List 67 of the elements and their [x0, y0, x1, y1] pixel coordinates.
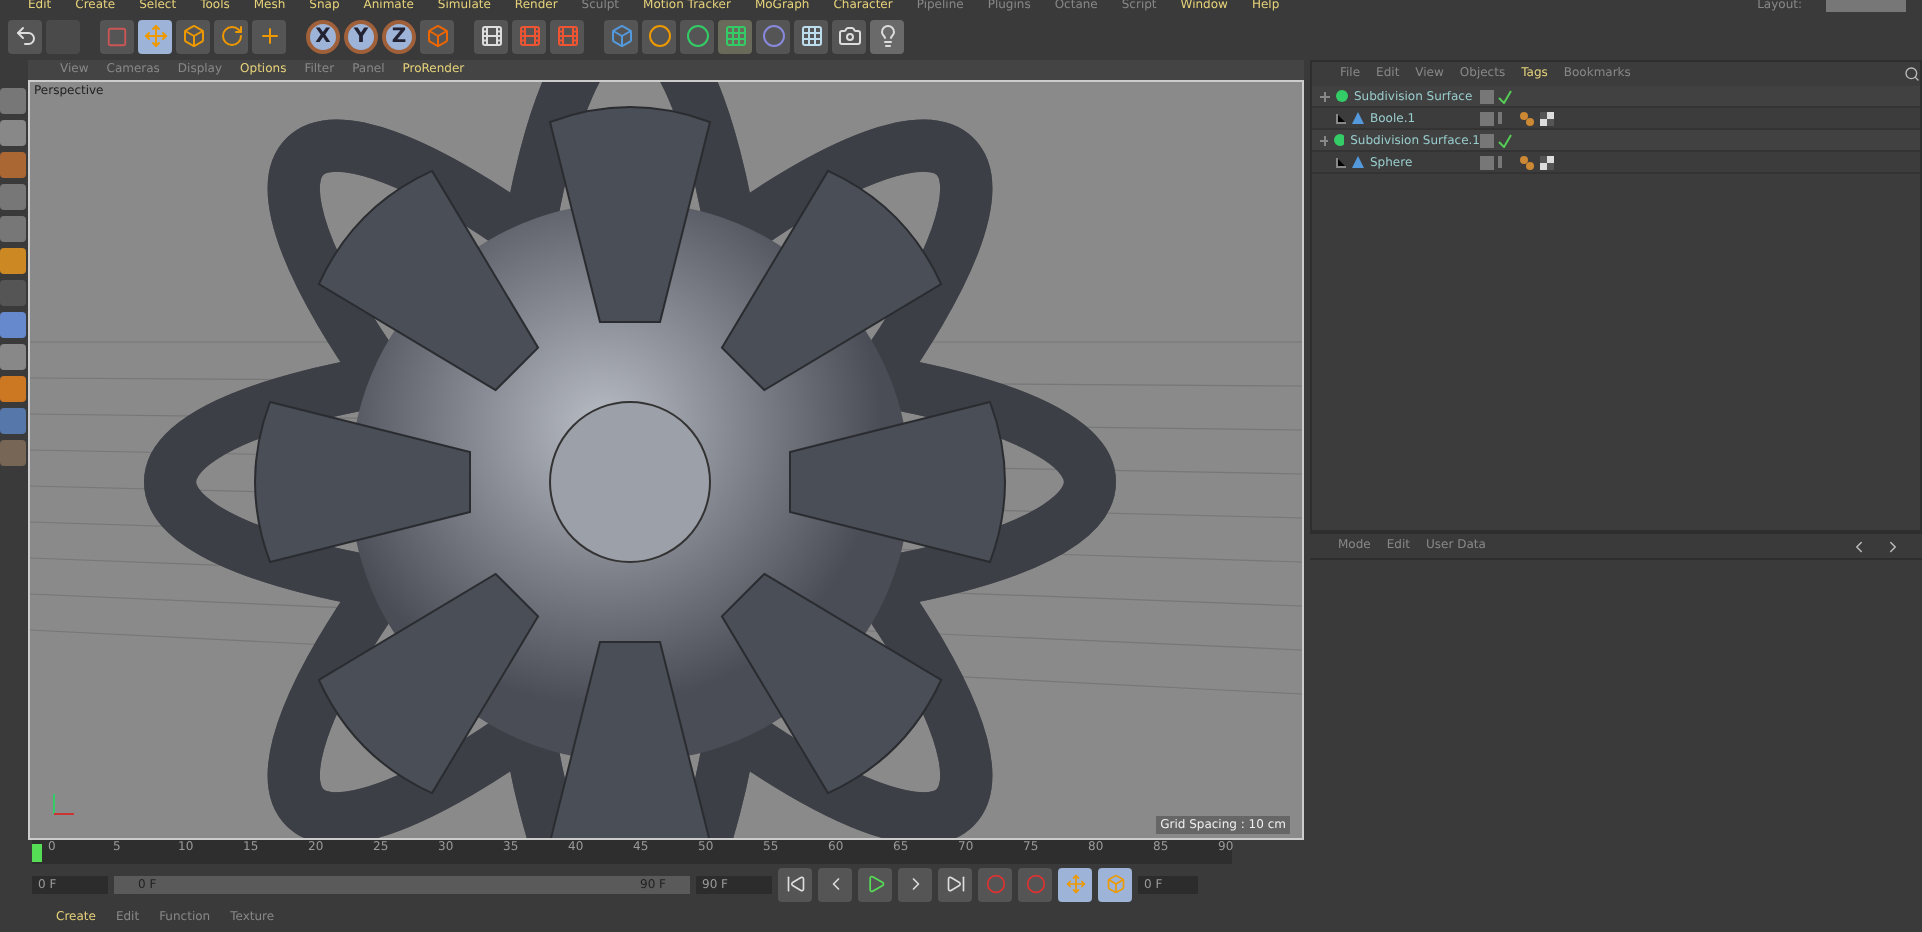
- cube-icon: [181, 24, 205, 48]
- tag-icon[interactable]: [1520, 155, 1534, 169]
- coordinate-system-button[interactable]: [420, 19, 454, 53]
- camera-icon: [837, 24, 861, 48]
- skip-back-icon: [785, 874, 805, 894]
- render-view-button[interactable]: [474, 19, 508, 53]
- move-icon: [143, 24, 167, 48]
- light-bulb-icon: [875, 24, 899, 48]
- skip-forward-icon: [945, 874, 965, 894]
- axis-lock-button[interactable]: X: [306, 19, 340, 53]
- go-to-end-button[interactable]: [938, 867, 972, 901]
- back-icon[interactable]: [1850, 537, 1868, 555]
- tree-line-icon[interactable]: [1336, 157, 1346, 167]
- generator-button[interactable]: [680, 19, 714, 53]
- cube-button[interactable]: [604, 19, 638, 53]
- rotate-icon: [219, 24, 243, 48]
- auto-key-button[interactable]: [1018, 867, 1052, 901]
- scale-tool-button[interactable]: [176, 19, 210, 53]
- cube-icon: [425, 24, 449, 48]
- deformer-button[interactable]: [718, 19, 752, 53]
- move-tool-button[interactable]: [138, 19, 172, 53]
- square-icon: [106, 25, 128, 47]
- grid-icon: [799, 24, 823, 48]
- plus-icon[interactable]: [1320, 91, 1330, 101]
- undo-icon: [13, 24, 37, 48]
- circle-icon: [761, 24, 785, 48]
- rotate-tool-button[interactable]: [214, 19, 248, 53]
- cube-icon: [1105, 874, 1125, 894]
- scale-key-button[interactable]: [1098, 867, 1132, 901]
- select-tool-button[interactable]: [100, 19, 134, 53]
- tree-line-icon[interactable]: [1336, 113, 1346, 123]
- checker-tag-icon[interactable]: [1540, 155, 1554, 169]
- plus-icon[interactable]: [1320, 135, 1329, 145]
- axis-gizmo-icon: [50, 790, 78, 818]
- checker-tag-icon[interactable]: [1540, 111, 1554, 125]
- scene-object-button[interactable]: [756, 19, 790, 53]
- circle-icon: [985, 874, 1005, 894]
- axis-lock-button[interactable]: Y: [344, 19, 378, 53]
- axis-lock-button[interactable]: Z: [382, 19, 416, 53]
- move-icon: [1065, 874, 1085, 894]
- pyramid-icon: [1352, 156, 1364, 168]
- tag-icon[interactable]: [1520, 111, 1534, 125]
- move-key-button[interactable]: [1058, 867, 1092, 901]
- play-icon: [865, 874, 885, 894]
- search-icon[interactable]: [1904, 66, 1920, 82]
- cube-icon: [609, 24, 633, 48]
- circle-icon: [647, 24, 671, 48]
- film-icon: [517, 24, 541, 48]
- light-button[interactable]: [870, 19, 904, 53]
- go-to-start-button[interactable]: [778, 867, 812, 901]
- spline-pen-button[interactable]: [642, 19, 676, 53]
- floor-button[interactable]: [794, 19, 828, 53]
- forward-icon[interactable]: [1884, 537, 1902, 555]
- grid-icon: [723, 24, 747, 48]
- film-icon: [555, 24, 579, 48]
- render-settings-button[interactable]: [550, 19, 584, 53]
- play-button[interactable]: [858, 867, 892, 901]
- circle-icon: [1025, 874, 1045, 894]
- pyramid-icon: [1352, 112, 1364, 124]
- check-icon[interactable]: [1498, 89, 1512, 103]
- undo-button[interactable]: [8, 19, 42, 53]
- plus-icon: [257, 24, 281, 48]
- add-tool-button[interactable]: [252, 19, 286, 53]
- camera-button[interactable]: [832, 19, 866, 53]
- check-icon[interactable]: [1498, 133, 1512, 147]
- circle-icon: [685, 24, 709, 48]
- film-icon: [479, 24, 503, 48]
